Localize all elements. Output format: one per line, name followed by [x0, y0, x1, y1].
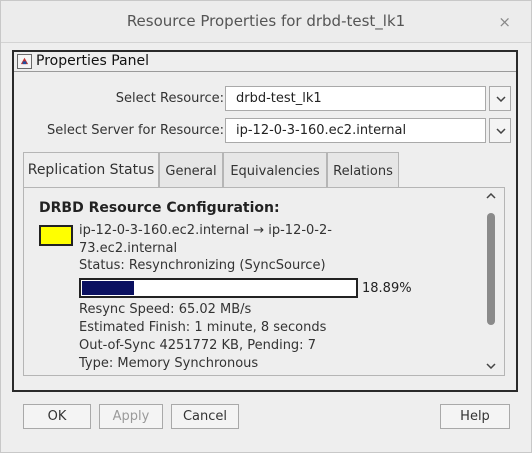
select-server-value: ip-12-0-3-160.ec2.internal [236, 123, 407, 138]
select-resource-label: Select Resource: [115, 91, 224, 106]
title-bar: Resource Properties for drbd-test_lk1 × [1, 1, 531, 43]
chevron-down-icon[interactable] [486, 363, 496, 369]
select-server-combo[interactable]: ip-12-0-3-160.ec2.internal [225, 118, 486, 143]
select-server-label: Select Server for Resource: [46, 123, 224, 138]
replication-state-indicator [39, 225, 73, 246]
section-heading: DRBD Resource Configuration: [39, 200, 280, 216]
replication-type-text: Type: Memory Synchronous [79, 356, 259, 371]
panel-title: Properties Panel [36, 53, 149, 69]
close-icon[interactable]: × [498, 13, 511, 31]
tab-equivalencies[interactable]: Equivalencies [223, 152, 327, 188]
help-button[interactable]: Help [440, 404, 510, 429]
estimated-finish-text: Estimated Finish: 1 minute, 8 seconds [79, 320, 327, 335]
cancel-button[interactable]: Cancel [171, 404, 239, 429]
properties-panel-icon [17, 54, 32, 69]
resync-progress-fill [82, 281, 134, 295]
resync-progress-bar [79, 278, 358, 298]
chevron-up-icon[interactable] [486, 193, 496, 199]
apply-button[interactable]: Apply [99, 404, 163, 429]
ok-button[interactable]: OK [23, 404, 91, 429]
select-resource-combo[interactable]: drbd-test_lk1 [225, 86, 486, 111]
tab-general[interactable]: General [159, 152, 223, 188]
chevron-down-icon [496, 128, 506, 134]
tab-relations[interactable]: Relations [327, 152, 399, 188]
replication-status-content: DRBD Resource Configuration: ip-12-0-3-1… [23, 187, 505, 376]
tab-replication-status[interactable]: Replication Status [23, 152, 159, 189]
resync-progress-label: 18.89% [362, 281, 412, 296]
select-resource-dropdown-button[interactable] [489, 86, 511, 111]
resource-properties-dialog: Resource Properties for drbd-test_lk1 × … [0, 0, 532, 453]
select-resource-value: drbd-test_lk1 [236, 91, 322, 106]
select-server-dropdown-button[interactable] [489, 118, 511, 143]
panel-header: Properties Panel [14, 52, 516, 72]
window-title: Resource Properties for drbd-test_lk1 [126, 12, 406, 30]
resync-speed-text: Resync Speed: 65.02 MB/s [79, 302, 252, 317]
connection-line-2: 73.ec2.internal [79, 241, 178, 256]
vertical-scrollbar[interactable] [480, 188, 504, 375]
replication-status-text: Status: Resynchronizing (SyncSource) [79, 258, 326, 273]
connection-line-1: ip-12-0-3-160.ec2.internal → ip-12-0-2- [79, 223, 332, 238]
scrollbar-thumb[interactable] [487, 213, 495, 325]
chevron-down-icon [496, 96, 506, 102]
out-of-sync-text: Out-of-Sync 4251772 KB, Pending: 7 [79, 338, 316, 353]
